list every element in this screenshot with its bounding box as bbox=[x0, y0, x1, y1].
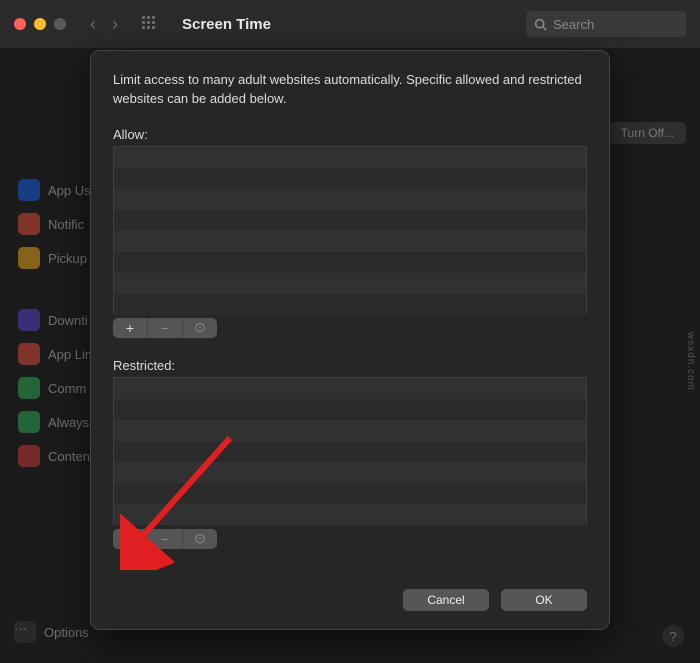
sheet-description: Limit access to many adult websites auto… bbox=[113, 71, 587, 109]
search-field[interactable]: Search bbox=[526, 11, 686, 37]
search-icon bbox=[534, 18, 547, 31]
minimize-window-button[interactable] bbox=[34, 18, 46, 30]
restricted-label: Restricted: bbox=[113, 358, 587, 373]
restricted-remove-button[interactable]: − bbox=[148, 529, 183, 549]
forward-button[interactable]: › bbox=[112, 14, 118, 35]
allow-label: Allow: bbox=[113, 127, 587, 142]
search-placeholder: Search bbox=[553, 17, 594, 32]
list-row bbox=[114, 147, 586, 168]
list-row bbox=[114, 378, 586, 399]
sheet-footer: Cancel OK bbox=[403, 589, 587, 611]
options-button[interactable]: ··· Options bbox=[14, 621, 89, 643]
help-button[interactable]: ? bbox=[662, 625, 684, 647]
zoom-window-button[interactable] bbox=[54, 18, 66, 30]
restricted-list[interactable] bbox=[113, 377, 587, 525]
close-window-button[interactable] bbox=[14, 18, 26, 30]
allow-button-bar: + − ⊙ bbox=[113, 318, 217, 338]
cancel-button[interactable]: Cancel bbox=[403, 589, 489, 611]
ok-button[interactable]: OK bbox=[501, 589, 587, 611]
restricted-button-bar: + − ⊙ bbox=[113, 529, 217, 549]
traffic-lights bbox=[14, 18, 66, 30]
allow-list[interactable] bbox=[113, 146, 587, 314]
restricted-add-button[interactable]: + bbox=[113, 529, 148, 549]
allow-remove-button[interactable]: − bbox=[148, 318, 183, 338]
window-title: Screen Time bbox=[182, 16, 271, 33]
turn-off-button[interactable]: Turn Off... bbox=[609, 122, 686, 144]
options-icon: ··· bbox=[14, 621, 36, 643]
website-restrictions-sheet: Limit access to many adult websites auto… bbox=[90, 50, 610, 630]
all-prefs-icon[interactable] bbox=[142, 16, 158, 32]
back-button[interactable]: ‹ bbox=[90, 14, 96, 35]
restricted-more-button[interactable]: ⊙ bbox=[183, 529, 217, 549]
allow-more-button[interactable]: ⊙ bbox=[183, 318, 217, 338]
watermark: wsxdn.com bbox=[685, 332, 696, 391]
nav-arrows: ‹ › bbox=[90, 14, 118, 35]
allow-add-button[interactable]: + bbox=[113, 318, 148, 338]
window-toolbar: ‹ › Screen Time Search bbox=[0, 0, 700, 48]
